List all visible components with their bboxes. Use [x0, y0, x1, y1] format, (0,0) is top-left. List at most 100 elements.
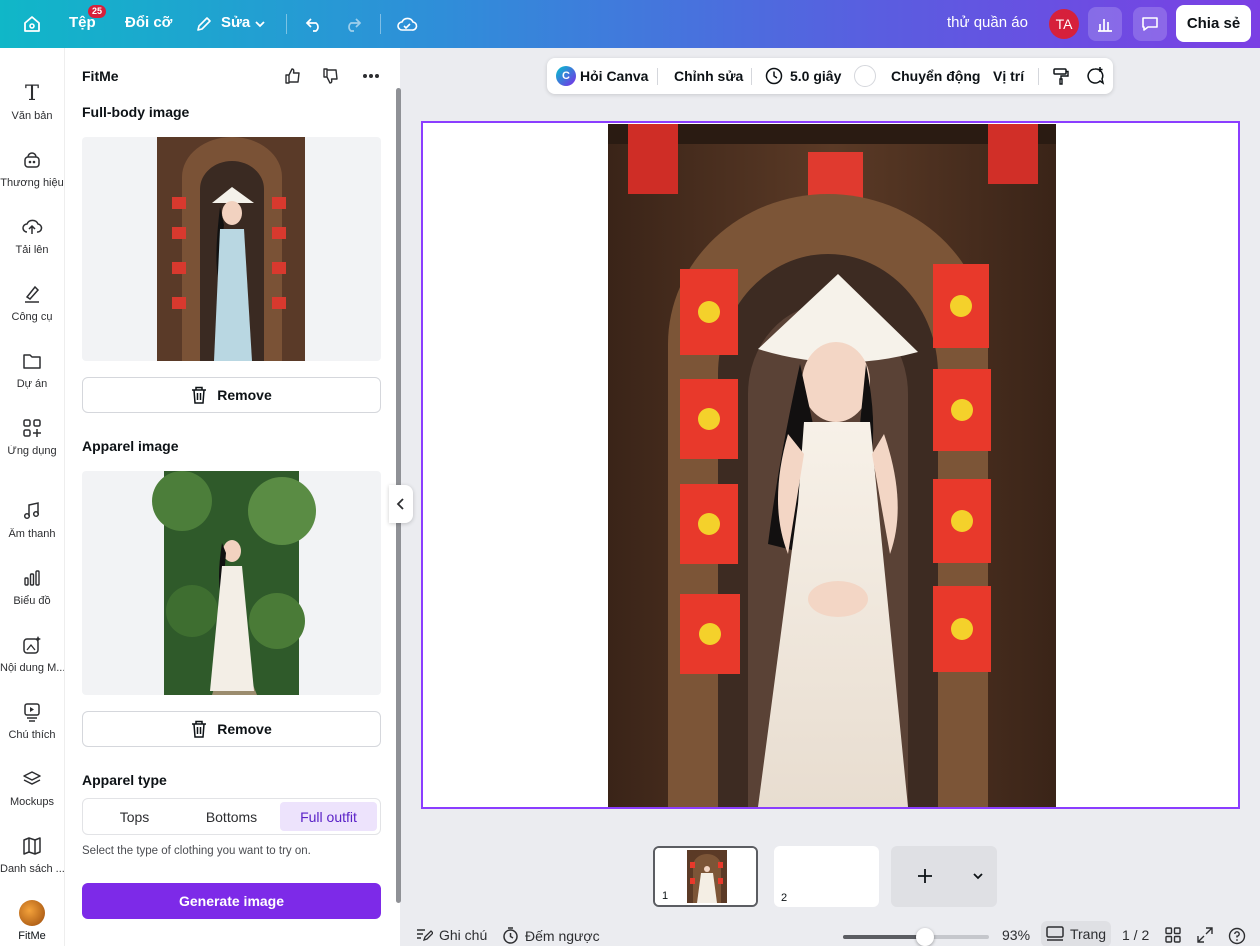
brand-icon: [0, 147, 64, 173]
resize-menu[interactable]: Đổi cỡ: [125, 14, 172, 31]
chevron-down-icon[interactable]: [972, 870, 984, 882]
remove-fullbody-button[interactable]: Remove: [82, 377, 381, 413]
fullbody-image-box[interactable]: [82, 137, 381, 361]
rail-label: FitMe: [18, 930, 46, 942]
timer-button[interactable]: Đếm ngược: [502, 927, 600, 944]
rail-label: Thương hiệu: [0, 177, 64, 189]
divider: [657, 68, 658, 85]
rail-label: Văn bản: [11, 110, 53, 122]
magic-media-icon: [0, 632, 64, 658]
comment-icon[interactable]: [1133, 7, 1167, 41]
rail-item-text[interactable]: T Văn bản: [0, 80, 64, 122]
ask-canva-button[interactable]: Hỏi Canva: [580, 68, 648, 84]
remove-label: Remove: [217, 721, 272, 737]
rail-item-charts[interactable]: Biểu đồ: [0, 565, 64, 607]
rail-label: Biểu đồ: [13, 595, 51, 607]
pages-label: Trang: [1069, 926, 1107, 942]
add-page-button[interactable]: [891, 846, 997, 907]
rail-label: Chú thích: [8, 729, 56, 741]
fitme-panel: FitMe Full-body image Remove Apparel ima…: [64, 48, 401, 946]
rail-item-audio[interactable]: Âm thanh: [0, 498, 64, 540]
rail-item-upload[interactable]: Tải lên: [0, 214, 64, 256]
remove-apparel-button[interactable]: Remove: [82, 711, 381, 747]
generate-image-button[interactable]: Generate image: [82, 883, 381, 919]
duration-button[interactable]: 5.0 giây: [790, 68, 841, 84]
canva-assistant-icon: C: [556, 66, 576, 86]
position-button[interactable]: Vị trí: [993, 68, 1024, 84]
analytics-icon[interactable]: [1088, 7, 1122, 41]
rail-item-magic-media[interactable]: Nội dung M...: [0, 632, 64, 674]
timer-icon: [503, 927, 518, 944]
notes-button[interactable]: Ghi chú: [415, 927, 487, 943]
thumbs-up-icon[interactable]: [282, 65, 304, 87]
rail-label: Danh sách ...: [0, 863, 64, 875]
rail-item-mockups[interactable]: Mockups: [0, 766, 64, 808]
add-comment-icon[interactable]: [1084, 65, 1106, 87]
option-full-outfit[interactable]: Full outfit: [280, 802, 377, 831]
pencil-icon[interactable]: [192, 12, 216, 36]
page-thumbnail-1[interactable]: 1: [653, 846, 758, 907]
option-tops[interactable]: Tops: [86, 802, 183, 831]
design-page[interactable]: [421, 121, 1240, 809]
grid-view-icon[interactable]: [1165, 927, 1181, 943]
collapse-panel-button[interactable]: [389, 485, 413, 523]
animate-button[interactable]: Chuyển động: [891, 68, 980, 84]
apparel-image: [152, 471, 316, 695]
notes-icon: [417, 929, 433, 942]
folder-icon: [0, 348, 64, 374]
document-title[interactable]: thử quần áo: [947, 14, 1028, 31]
fullbody-heading: Full-body image: [82, 104, 190, 120]
zoom-level[interactable]: 93%: [1002, 927, 1030, 943]
divider: [751, 68, 752, 85]
help-icon[interactable]: [1228, 927, 1246, 945]
edit-mode-menu[interactable]: Sửa: [221, 14, 250, 31]
rail-item-projects[interactable]: Dự án: [0, 348, 64, 390]
top-bar: Tệp 25 Đổi cỡ Sửa thử quần áo TA Chia sẻ: [0, 0, 1260, 48]
more-options-icon[interactable]: [360, 65, 382, 87]
apparel-type-hint: Select the type of clothing you want to …: [82, 845, 311, 857]
zoom-slider-handle[interactable]: [915, 928, 934, 946]
map-icon: [0, 833, 64, 859]
page-thumbnail-2[interactable]: 2: [774, 846, 879, 907]
apparel-heading: Apparel image: [82, 438, 179, 454]
apparel-image-box[interactable]: [82, 471, 381, 695]
pages-view-button[interactable]: Trang: [1041, 921, 1111, 946]
canvas-photo[interactable]: [608, 124, 1056, 807]
notification-badge: 25: [88, 5, 107, 18]
rail-item-apps[interactable]: Ứng dụng: [0, 415, 64, 457]
thumbs-down-icon[interactable]: [320, 65, 342, 87]
apparel-type-selector: Tops Bottoms Full outfit: [82, 798, 381, 835]
rail-item-list[interactable]: Danh sách ...: [0, 833, 64, 875]
home-icon[interactable]: [18, 12, 46, 36]
redo-icon[interactable]: [341, 12, 365, 36]
apparel-type-heading: Apparel type: [82, 772, 167, 788]
trash-icon: [192, 720, 207, 738]
rail-item-fitme[interactable]: FitMe: [0, 900, 64, 942]
undo-icon[interactable]: [302, 12, 326, 36]
rail-item-captions[interactable]: Chú thích: [0, 699, 64, 741]
rail-item-brand[interactable]: Thương hiệu: [0, 147, 64, 189]
fullscreen-icon[interactable]: [1197, 927, 1213, 943]
page-thumbnail-image: [655, 848, 756, 905]
color-swatch[interactable]: [854, 65, 876, 87]
divider: [380, 14, 381, 34]
upload-cloud-icon: [0, 214, 64, 240]
fitme-app-icon: [0, 900, 64, 926]
cloud-saved-icon[interactable]: [395, 12, 419, 36]
paint-roller-icon[interactable]: [1050, 65, 1072, 87]
chevron-down-icon[interactable]: [248, 12, 272, 36]
zoom-slider[interactable]: [843, 928, 989, 946]
option-bottoms[interactable]: Bottoms: [183, 802, 280, 831]
rail-label: Ứng dụng: [7, 445, 57, 457]
chevron-left-icon: [396, 498, 404, 510]
page-number: 2: [781, 892, 788, 904]
context-toolbar: C Hỏi Canva Chỉnh sửa 5.0 giây Chuyển độ…: [547, 58, 1113, 94]
avatar[interactable]: TA: [1049, 9, 1079, 39]
apps-grid-icon: [0, 415, 64, 441]
edit-image-button[interactable]: Chỉnh sửa: [674, 68, 743, 84]
rail-item-tools[interactable]: Công cụ: [0, 281, 64, 323]
share-button[interactable]: Chia sẻ: [1176, 5, 1251, 42]
plus-icon: [918, 869, 932, 883]
music-note-icon: [0, 498, 64, 524]
panel-title: FitMe: [82, 68, 119, 84]
